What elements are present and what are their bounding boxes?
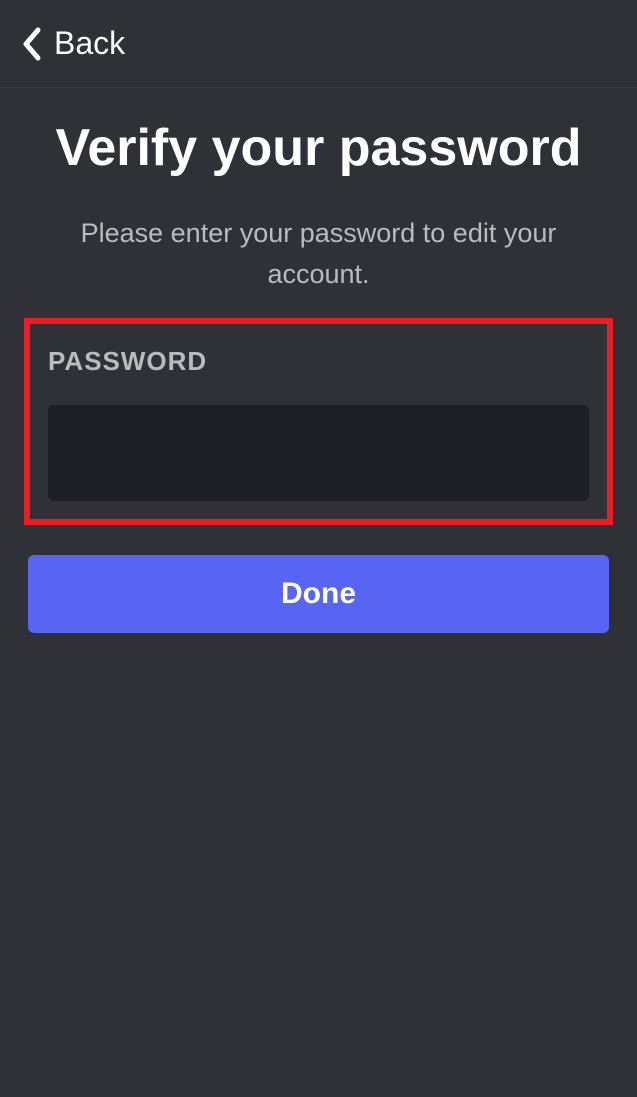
page-title: Verify your password bbox=[56, 116, 582, 181]
chevron-left-icon bbox=[18, 26, 46, 62]
password-label: PASSWORD bbox=[48, 346, 589, 377]
content: Verify your password Please enter your p… bbox=[0, 88, 637, 633]
page-subtitle: Please enter your password to edit your … bbox=[24, 213, 613, 294]
header: Back bbox=[0, 0, 637, 88]
button-wrap: Done bbox=[24, 555, 613, 633]
back-label: Back bbox=[54, 25, 125, 62]
back-button[interactable]: Back bbox=[18, 25, 125, 62]
password-section: PASSWORD bbox=[24, 318, 613, 525]
password-input[interactable] bbox=[48, 405, 589, 501]
done-button[interactable]: Done bbox=[28, 555, 609, 633]
